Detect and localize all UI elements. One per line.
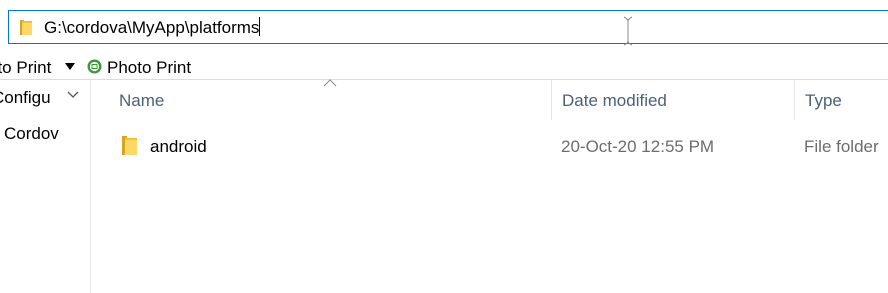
file-name: android	[150, 137, 207, 156]
file-type: File folder	[804, 137, 879, 156]
text-cursor-icon	[623, 16, 633, 46]
favorite-item-photo-print-truncated[interactable]: oto Print	[0, 58, 51, 78]
file-row[interactable]: android 20-Oct-20 12:55 PM File folder	[110, 128, 888, 164]
chevron-down-icon[interactable]	[66, 88, 80, 102]
column-separator[interactable]	[794, 80, 795, 120]
address-path-text: G:\cordova\MyApp\platforms	[44, 18, 260, 37]
text-caret	[259, 17, 261, 36]
nav-item-configu[interactable]: Configu	[0, 88, 51, 108]
pane-divider	[90, 80, 91, 293]
column-header-name[interactable]: Name	[119, 91, 164, 111]
toolbar-divider	[0, 79, 888, 80]
column-header-date-modified[interactable]: Date modified	[562, 91, 667, 111]
folder-icon	[122, 136, 137, 155]
navigation-pane: Configu Cordov	[0, 80, 90, 293]
column-header-type[interactable]: Type	[805, 91, 842, 111]
file-date-modified: 20-Oct-20 12:55 PM	[561, 137, 715, 156]
file-explorer-window: G:\cordova\MyApp\platforms oto Print Pho…	[0, 0, 888, 293]
favorite-item-label: Photo Print	[107, 58, 192, 77]
sort-ascending-icon	[323, 79, 337, 87]
chevron-down-icon[interactable]	[65, 63, 75, 70]
column-separator[interactable]	[551, 80, 552, 120]
nav-item-cordov[interactable]: Cordov	[4, 124, 59, 144]
favorites-bar: oto Print Photo Print	[0, 56, 888, 80]
address-path[interactable]: G:\cordova\MyApp\platforms	[44, 17, 261, 39]
address-bar[interactable]: G:\cordova\MyApp\platforms	[8, 10, 888, 44]
photo-print-icon	[87, 59, 102, 74]
folder-icon	[20, 20, 32, 35]
